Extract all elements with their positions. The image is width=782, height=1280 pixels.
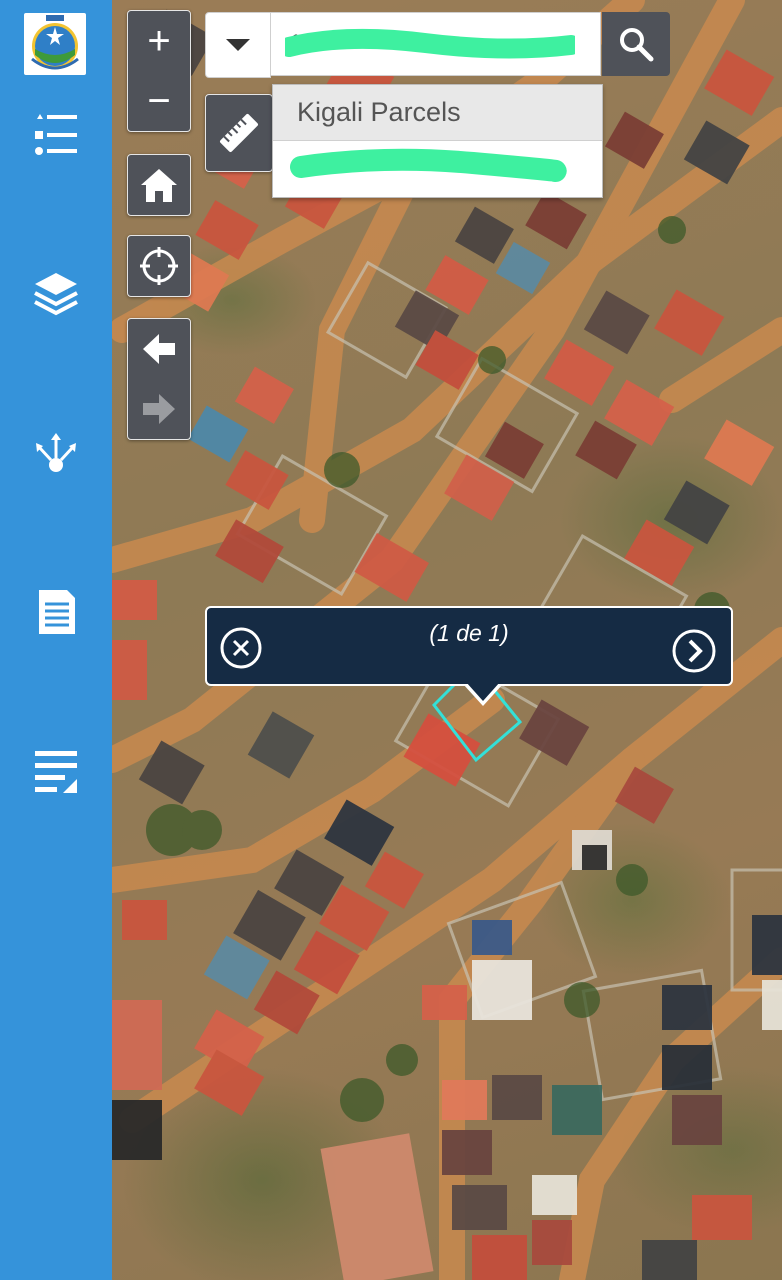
locate-control	[127, 235, 191, 297]
search-suggestions: Kigali Parcels	[272, 84, 603, 198]
search-bar: 1	[205, 12, 670, 78]
arrow-left-icon	[143, 334, 175, 364]
search-icon	[620, 28, 654, 62]
zoom-in-button[interactable]: +	[128, 11, 190, 71]
chevron-right-circle-icon	[672, 629, 716, 673]
measure-button[interactable]	[206, 95, 272, 171]
layers-icon[interactable]	[26, 264, 86, 324]
search-input[interactable]: 1	[271, 12, 653, 76]
back-button[interactable]	[128, 319, 190, 379]
forward-button[interactable]	[128, 379, 190, 439]
popup-next-button[interactable]	[671, 628, 717, 674]
share-network-icon[interactable]	[26, 422, 86, 482]
search-button[interactable]	[602, 12, 670, 76]
redaction-mark	[285, 28, 575, 59]
list-icon[interactable]	[26, 106, 86, 166]
popup-pointer-fill	[466, 682, 500, 701]
locate-button[interactable]	[128, 236, 190, 296]
ruler-icon	[220, 114, 258, 152]
suggestion-label: Kigali Parcels	[297, 97, 461, 127]
home-control	[127, 154, 191, 216]
arrow-right-icon	[143, 394, 175, 424]
caret-down-icon	[226, 39, 250, 51]
edit-lines-icon[interactable]	[26, 740, 86, 800]
suggestion-item[interactable]	[273, 141, 602, 197]
close-circle-icon	[220, 627, 262, 669]
home-button[interactable]	[128, 155, 190, 215]
redaction-mark	[290, 148, 567, 182]
seal-logo	[24, 13, 86, 75]
zoom-controls: + −	[127, 10, 191, 132]
locate-icon	[140, 247, 178, 285]
sidebar	[0, 0, 112, 1280]
history-controls	[127, 318, 191, 440]
feature-popup: (1 de 1)	[205, 606, 733, 706]
document-icon[interactable]	[26, 582, 86, 642]
measure-control	[205, 94, 273, 172]
popup-close-button[interactable]	[219, 626, 263, 670]
zoom-out-button[interactable]: −	[128, 71, 190, 131]
suggestion-item[interactable]: Kigali Parcels	[273, 85, 602, 141]
zoom-out-label: −	[147, 79, 171, 123]
search-source-dropdown[interactable]	[205, 12, 271, 78]
popup-count: (1 de 1)	[429, 620, 509, 646]
zoom-in-label: +	[147, 19, 171, 63]
home-icon	[141, 169, 177, 202]
